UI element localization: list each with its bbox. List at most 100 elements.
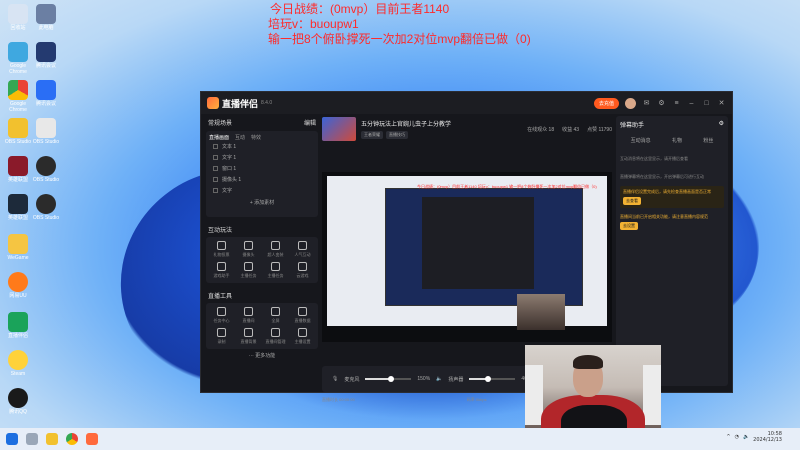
recharge-button[interactable]: 去充值 [593, 97, 619, 109]
close-icon[interactable]: ✕ [717, 99, 726, 108]
tool-button[interactable]: 任务中心 [208, 307, 235, 324]
tab-screen[interactable]: 直播画面 [209, 134, 229, 141]
desktop-icon[interactable]: 腾讯会议 [30, 42, 62, 69]
desktop-icon[interactable]: OBS Studio [30, 194, 62, 221]
source-item[interactable]: 窗口 1 [209, 163, 315, 174]
tool-button[interactable]: 主播任务 [235, 262, 262, 279]
source-item[interactable]: 文字 1 [209, 152, 315, 163]
visibility-checkbox[interactable] [213, 155, 218, 160]
warning-button[interactable]: 去设置 [620, 222, 638, 230]
desktop-icon[interactable]: 直播伴侣 [2, 312, 34, 339]
chat-tabs: 互动消息 礼物 粉丝 [620, 137, 724, 144]
tag[interactable]: 直播技巧 [386, 131, 408, 139]
overlay-line: 输一把8个俯卧撑死一次加2对位mvp翻倍已做（0) [268, 32, 531, 46]
interaction-tools: 礼物投票 摄像头 超人变装 人气互动 游戏助手 主播任务 主播任务 云游戏 [206, 237, 318, 283]
tool-button[interactable]: 礼物投票 [208, 241, 235, 258]
computer-icon [36, 4, 56, 24]
app-icon [8, 234, 28, 254]
start-icon[interactable] [6, 433, 18, 445]
desktop-icon[interactable]: 腾讯QQ [2, 388, 34, 415]
tab-interact[interactable]: 互动 [235, 134, 245, 141]
data-icon [298, 307, 307, 316]
network-icon[interactable]: ◔ [735, 434, 739, 440]
mic-percent: 150% [417, 376, 431, 382]
slider-knob[interactable] [387, 376, 394, 382]
chat-settings-icon[interactable]: ⚙ [719, 120, 724, 129]
stream-title[interactable]: 五分钟玩法上官婉儿虫子上分教学 [361, 119, 451, 128]
scene-title[interactable]: 常规场景 [208, 118, 232, 127]
live-companion-icon[interactable] [86, 433, 98, 445]
desktop-icon[interactable]: OBS Studio [30, 118, 62, 145]
speaker-icon[interactable]: 🔈 [436, 376, 442, 382]
title-bar-actions: 去充值 ✉ ⚙ ≡ – □ ✕ [593, 97, 726, 109]
speaker-volume-slider[interactable] [469, 376, 516, 382]
people-icon [298, 241, 307, 250]
settings-icon[interactable]: ⚙ [657, 99, 666, 108]
desktop-icon[interactable]: 腾讯会议 [30, 80, 62, 107]
preview-overlay-text: 今日战绩：(0mvp）目前王者1140 培玩v：buoupw1 输一把8个俯卧撑… [417, 184, 597, 189]
desktop-icon[interactable]: 此电脑 [30, 4, 62, 31]
tab-messages[interactable]: 互动消息 [631, 137, 651, 144]
message-icon[interactable]: ✉ [642, 99, 651, 108]
tool-button[interactable]: 主播任务 [262, 262, 289, 279]
title-bar[interactable]: 直播伴侣 8.4.0 去充值 ✉ ⚙ ≡ – □ ✕ [201, 92, 732, 114]
menu-icon[interactable]: ≡ [672, 99, 681, 108]
tool-button[interactable]: 摄像头 [235, 241, 262, 258]
notice-button[interactable]: 去查看 [623, 197, 641, 205]
source-item[interactable]: 文本 1 [209, 141, 315, 152]
preview-webcam [517, 294, 565, 330]
costume-icon [271, 241, 280, 250]
visibility-checkbox[interactable] [213, 166, 218, 171]
tool-button[interactable]: 人气互动 [289, 241, 316, 258]
tool-button[interactable]: 全屏 [262, 307, 289, 324]
tag[interactable]: 王者荣耀 [361, 131, 383, 139]
source-tabs: 直播画面 互动 特效 [209, 134, 315, 141]
desktop-icon[interactable]: WeGame [2, 234, 34, 261]
tab-gifts[interactable]: 礼物 [672, 137, 682, 144]
search-icon[interactable] [26, 433, 38, 445]
tool-button[interactable]: 直播间 [235, 307, 262, 324]
tool-button[interactable]: 直播背景 [235, 328, 262, 345]
tool-button[interactable]: 云游戏 [289, 262, 316, 279]
visibility-checkbox[interactable] [213, 188, 218, 193]
visibility-checkbox[interactable] [213, 144, 218, 149]
tab-effects[interactable]: 特效 [251, 134, 261, 141]
clock[interactable]: 10:58 2024/12/13 [753, 431, 782, 443]
source-item[interactable]: 文字 [209, 185, 315, 196]
maximize-icon[interactable]: □ [702, 99, 711, 108]
visibility-checkbox[interactable] [213, 177, 218, 182]
stream-info: 五分钟玩法上官婉儿虫子上分教学 王者荣耀 直播技巧 在线观众 18 收益 43 … [322, 114, 612, 144]
desktop-icon[interactable]: 网易UU [2, 272, 34, 299]
edit-button[interactable]: 编辑 [304, 118, 316, 127]
slider-knob[interactable] [484, 376, 491, 382]
gift-icon [217, 241, 226, 250]
tool-button[interactable]: 录制 [208, 328, 235, 345]
chevron-up-icon[interactable]: ^ [726, 434, 730, 440]
live-preview[interactable]: 今日战绩：(0mvp）目前王者1140 培玩v：buoupw1 输一把8个俯卧撑… [322, 172, 612, 342]
tool-button[interactable]: 主播设置 [289, 328, 316, 345]
source-item[interactable]: 摄像头 1 [209, 174, 315, 185]
taskbar: ^ ◔ 🔈 10:58 2024/12/13 [0, 428, 800, 450]
folder-icon[interactable] [46, 433, 58, 445]
desktop-icon[interactable]: Steam [2, 350, 34, 377]
chat-header: 弹幕助手 ⚙ [620, 120, 724, 129]
microphone-icon[interactable]: 🎙 [332, 376, 338, 382]
tool-button[interactable]: 超人变装 [262, 241, 289, 258]
notice-box: 直播伴侣设置完成后，请先检查直播画面是否正常 去查看 [620, 186, 724, 208]
tool-button[interactable]: 直播间管理 [262, 328, 289, 345]
desktop-icon[interactable]: OBS Studio [30, 156, 62, 183]
add-source-button[interactable]: + 添加素材 [209, 199, 315, 206]
minimize-icon[interactable]: – [687, 99, 696, 108]
more-features-button[interactable]: ··· 更多功能 [206, 352, 318, 359]
chrome-icon[interactable] [66, 433, 78, 445]
avatar[interactable] [625, 97, 636, 109]
tab-fans[interactable]: 粉丝 [703, 137, 713, 144]
app-icon [8, 350, 28, 370]
scene-header: 常规场景 编辑 [206, 118, 318, 127]
volume-icon[interactable]: 🔈 [743, 434, 749, 440]
mic-volume-slider[interactable] [365, 376, 412, 382]
tool-button[interactable]: 游戏助手 [208, 262, 235, 279]
app-logo-icon [207, 97, 219, 109]
stream-cover[interactable] [322, 117, 356, 141]
tool-button[interactable]: 直播数据 [289, 307, 316, 324]
